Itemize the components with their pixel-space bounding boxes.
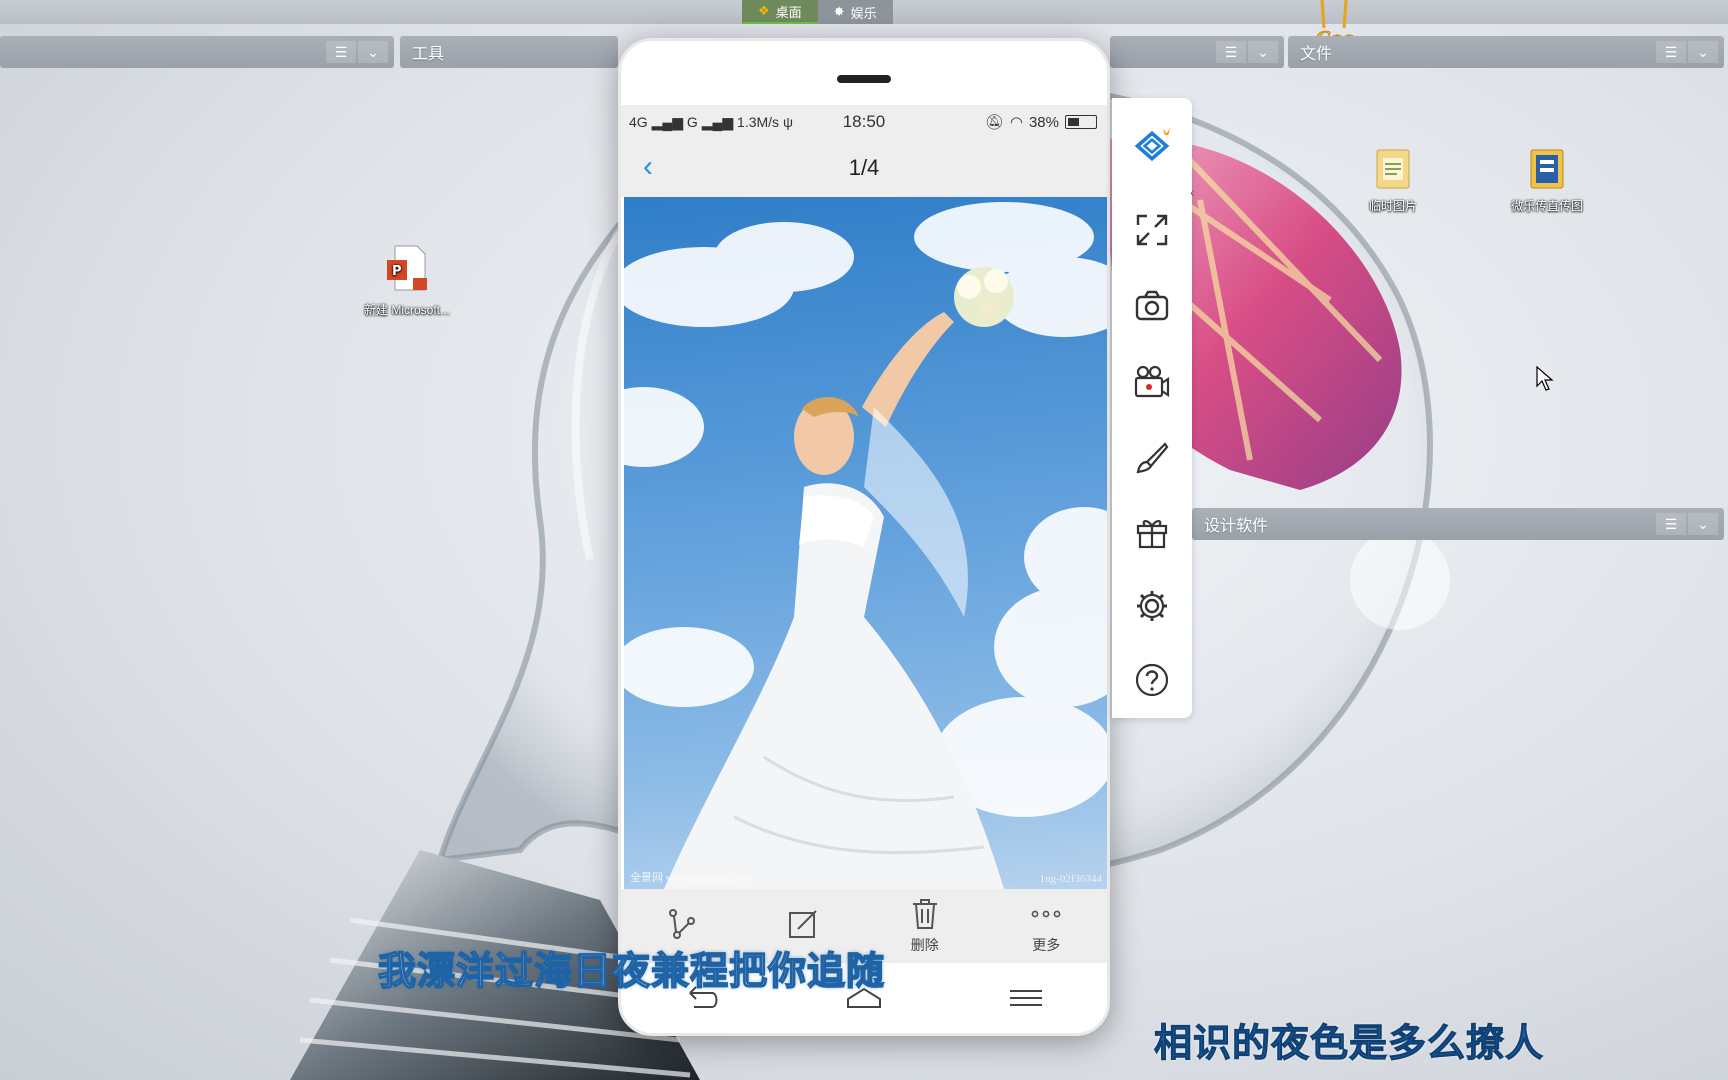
desktop-icon-transfer[interactable]: 微乐传直传图: [1502, 146, 1592, 214]
fullscreen-button[interactable]: [1132, 210, 1172, 250]
wedding-photo[interactable]: 全景网 www.quanjing.com 1ng-02f36344: [624, 197, 1107, 889]
star-icon: ✸: [833, 4, 845, 19]
tab-desktop[interactable]: ❖ 桌面: [742, 0, 818, 24]
subtitle-line-2: 相识的夜色是多么撩人: [1153, 1023, 1545, 1066]
subtitle-line-1: 我漂洋过海日夜兼程把你追随: [377, 950, 886, 994]
gift-icon: [1136, 520, 1168, 549]
fence-header-design[interactable]: 设计软件 ☰ ⌄: [1192, 508, 1724, 540]
fence-header-left[interactable]: ☰ ⌄: [0, 36, 394, 68]
trash-icon: [912, 899, 937, 929]
svg-text:P: P: [392, 264, 402, 279]
wifi-icon: ◠: [1009, 114, 1023, 131]
battery-icon: [1065, 115, 1097, 129]
fence-design-title: 设计软件: [1204, 518, 1269, 535]
help-button[interactable]: [1132, 660, 1172, 700]
fence-header-tools[interactable]: 工具: [400, 36, 618, 68]
screenshot-button[interactable]: [1132, 286, 1172, 326]
desktop-icon-powerpoint[interactable]: P 新建 Microsoft...: [362, 244, 452, 318]
fence-menu-icon[interactable]: ☰: [326, 41, 356, 63]
folder-icon: [1376, 149, 1410, 189]
settings-icon: [1137, 591, 1167, 621]
app-logo-icon: [1134, 127, 1171, 162]
more-dots-icon: [1031, 910, 1061, 918]
screenshot-camera-icon: [1135, 290, 1169, 321]
fence-collapse-icon[interactable]: ⌄: [1688, 41, 1718, 63]
page-counter: 1/4: [848, 155, 880, 180]
fence-header-middle[interactable]: ☰ ⌄: [1110, 36, 1284, 68]
phone-speaker: [837, 75, 891, 83]
fence-collapse-icon[interactable]: ⌄: [1688, 513, 1718, 535]
fence-menu-icon[interactable]: ☰: [1656, 513, 1686, 535]
fullscreen-icon: [1136, 214, 1168, 246]
brush-button[interactable]: [1132, 438, 1172, 478]
gift-button[interactable]: [1132, 512, 1172, 552]
more-label: 更多: [1032, 937, 1061, 953]
toolbar-collapse-chevron-icon[interactable]: ‹: [1190, 184, 1204, 206]
fence-tools-title: 工具: [412, 46, 445, 63]
fence-collapse-icon[interactable]: ⌄: [1248, 41, 1278, 63]
nav-menu-icon[interactable]: [1006, 985, 1046, 1011]
desktop-icon-transfer-label: 微乐传直传图: [1510, 199, 1583, 213]
mute-icon: 🔕︎: [984, 114, 1004, 131]
edit-icon: [789, 910, 817, 938]
fence-menu-icon[interactable]: ☰: [1216, 41, 1246, 63]
powerpoint-file-icon: P: [387, 245, 427, 291]
photo-id: 1ng-02f36344: [1039, 873, 1102, 885]
app-logo-button[interactable]: [1132, 126, 1172, 166]
mouse-cursor-icon: [1536, 366, 1554, 391]
mirror-side-toolbar: [1112, 98, 1192, 718]
document-folder-icon: [1530, 149, 1564, 189]
wedding-photo-art: [624, 202, 1107, 889]
desktop-icon-temp-images[interactable]: 临时图片: [1348, 146, 1438, 214]
share-icon: [668, 909, 695, 939]
windows-logo-icon: ❖: [758, 3, 770, 18]
photo-watermark: 全景网 www.quanjing.com: [630, 872, 752, 884]
phone-mirror-window: 4G ▂▄▆ G ▂▄▆ 1.3M/s ψ 18:50 🔕︎ ◠ 38% ‹ 1…: [618, 38, 1110, 1036]
fence-collapse-icon[interactable]: ⌄: [358, 41, 388, 63]
more-button[interactable]: 更多: [986, 889, 1108, 963]
settings-button[interactable]: [1132, 586, 1172, 626]
battery-percent: 38%: [1028, 113, 1059, 131]
status-right: 🔕︎ ◠ 38%: [985, 113, 1097, 131]
fence-menu-icon[interactable]: ☰: [1656, 41, 1686, 63]
help-icon: [1135, 663, 1169, 697]
gallery-header: ‹ 1/4: [621, 139, 1107, 197]
desktop-icon-temp-images-label: 临时图片: [1368, 199, 1417, 213]
delete-label: 删除: [910, 937, 939, 953]
video-record-icon: [1134, 365, 1170, 398]
desktop-tabs: ❖ 桌面 ✸ 娱乐: [742, 0, 893, 24]
tab-entertainment-label: 娱乐: [850, 5, 877, 21]
desktop-icon-powerpoint-label: 新建 Microsoft...: [363, 303, 450, 317]
fence-header-files[interactable]: 文件 ☰ ⌄: [1288, 36, 1724, 68]
tab-entertainment[interactable]: ✸ 娱乐: [817, 0, 893, 24]
brush-icon: [1136, 442, 1169, 474]
tab-desktop-label: 桌面: [775, 4, 802, 20]
record-button[interactable]: [1132, 362, 1172, 402]
fence-files-title: 文件: [1300, 46, 1333, 63]
phone-status-bar: 4G ▂▄▆ G ▂▄▆ 1.3M/s ψ 18:50 🔕︎ ◠ 38%: [621, 105, 1107, 139]
